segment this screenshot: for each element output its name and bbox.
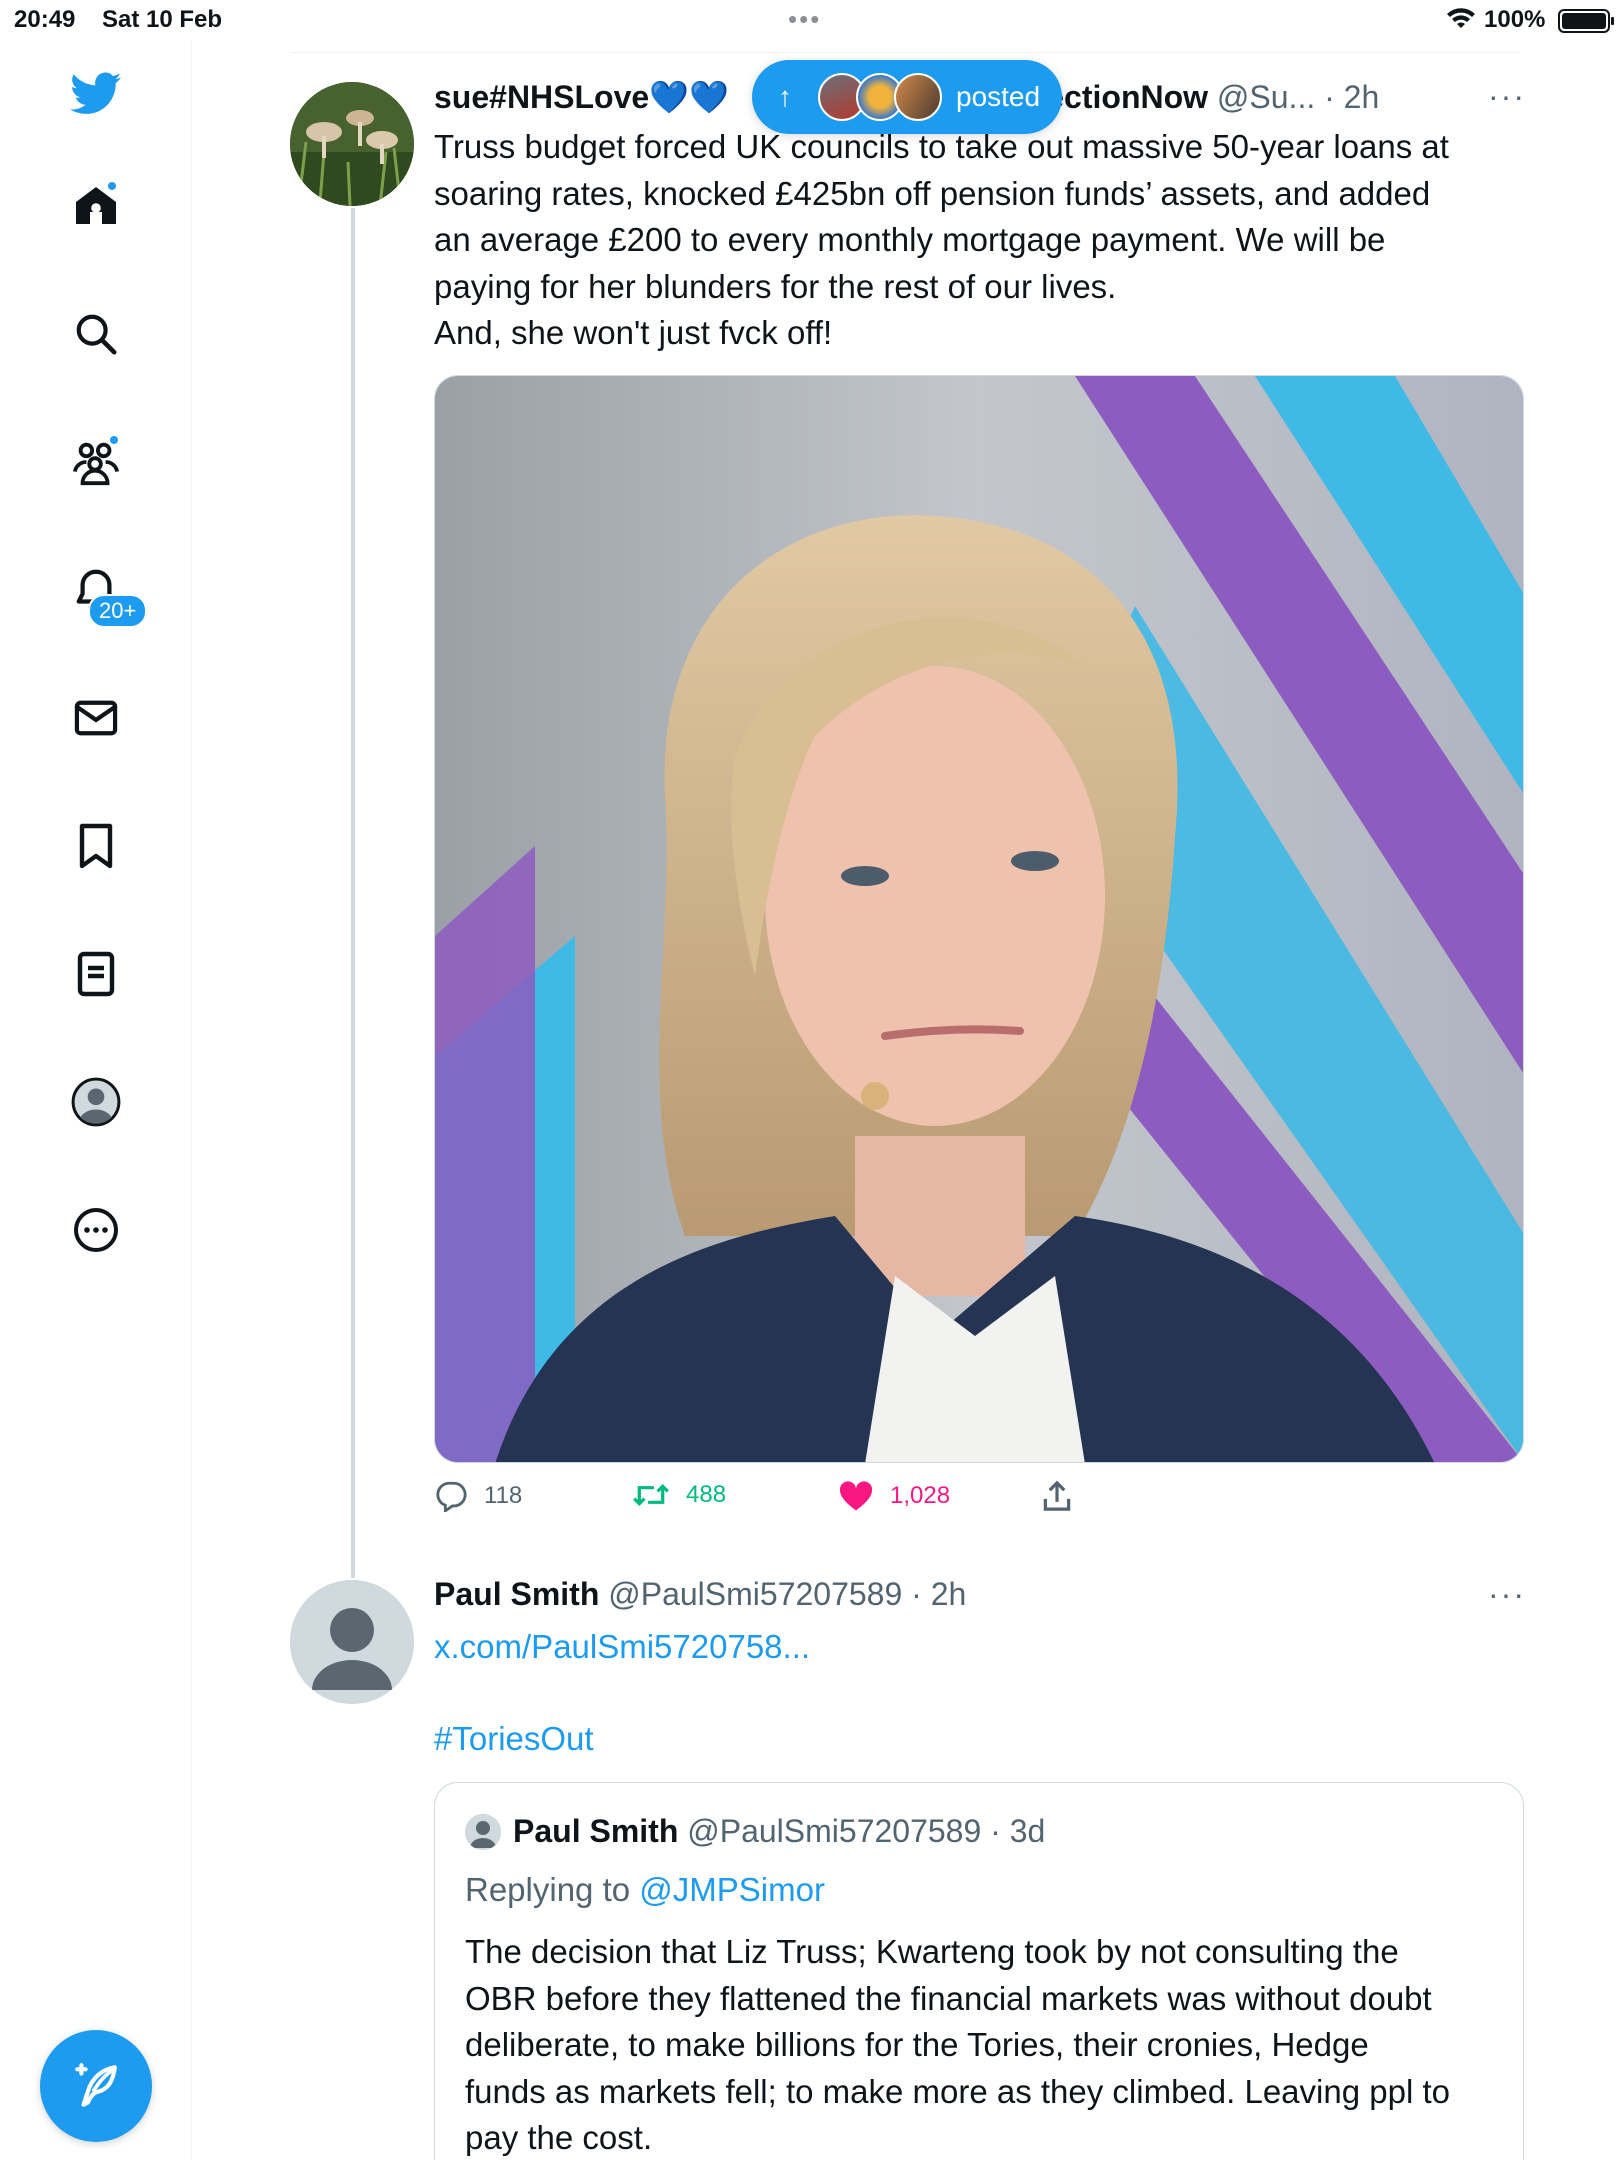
tweet-photo[interactable]: [434, 375, 1524, 1463]
multitasking-dots[interactable]: •••: [788, 4, 821, 35]
new-posts-pill[interactable]: ↑ posted: [752, 60, 1062, 134]
bookmarks-icon[interactable]: [64, 814, 128, 878]
thread-connector-line: [351, 208, 355, 1578]
retweet-count: 488: [686, 1481, 727, 1508]
tweet-text: Truss budget forced UK councils to take …: [434, 124, 1524, 357]
quote-text-line: pay the cost.: [465, 2119, 653, 2156]
tweet-text-line: paying for her blunders for the rest of …: [434, 267, 1117, 305]
profile-avatar-icon[interactable]: [64, 1070, 128, 1134]
sidebar: 20+: [0, 40, 192, 2160]
status-date: Sat 10 Feb: [102, 6, 223, 33]
quote-text-line: OBR before they flattened the financial …: [465, 1979, 1432, 2017]
author-avatar[interactable]: [290, 1580, 414, 1704]
arrow-up-icon: ↑: [778, 81, 792, 112]
author-handle[interactable]: @PaulSmi57207589: [608, 1576, 902, 1612]
home-unread-dot: [106, 180, 118, 192]
quote-text-line: deliberate, to make billions for the Tor…: [465, 2026, 1369, 2063]
share-button[interactable]: [1042, 1480, 1072, 1512]
retweet-button[interactable]: 488: [632, 1480, 726, 1510]
reply-icon: [436, 1481, 467, 1512]
quote-header: Paul Smith @PaulSmi57207589 · 3d: [465, 1813, 1045, 1850]
tweet-more-button[interactable]: ···: [1488, 78, 1526, 115]
messages-envelope-icon[interactable]: [64, 686, 128, 750]
retweet-icon: [633, 1483, 669, 1507]
poster-avatar: [894, 73, 942, 121]
quote-time: 3d: [1009, 1813, 1046, 1849]
heart-icon: [839, 1481, 873, 1511]
status-time: 20:49: [14, 6, 76, 33]
like-count: 1,028: [890, 1482, 951, 1509]
tweet-more-button[interactable]: ···: [1488, 1576, 1526, 1613]
share-icon: [1043, 1480, 1071, 1511]
replying-prefix: Replying to: [465, 1871, 631, 1908]
like-button[interactable]: 1,028: [838, 1480, 950, 1512]
wifi-icon: [1446, 8, 1476, 39]
tweet-text-line: And, she won't just fvck off!: [434, 314, 833, 351]
quoted-tweet[interactable]: Paul Smith @PaulSmi57207589 · 3d Replyin…: [434, 1782, 1524, 2160]
tweet-header: Paul Smith @PaulSmi57207589 · 2h: [434, 1576, 966, 1613]
author-name[interactable]: sue#NHSLove💙💙: [434, 79, 729, 115]
compose-tweet-button[interactable]: [40, 2030, 152, 2142]
posted-label: posted: [956, 81, 1041, 112]
tweet-time[interactable]: 2h: [1344, 79, 1380, 115]
tweet-text-line: soaring rates, knocked £425bn off pensio…: [434, 174, 1431, 212]
communities-unread-dot: [108, 434, 120, 446]
battery-percent: 100%: [1484, 6, 1546, 33]
separator: ·: [1315, 79, 1344, 115]
battery-icon: [1558, 9, 1614, 33]
quote-text-line: The decision that Liz Truss; Kwarteng to…: [465, 1933, 1399, 1970]
quote-author-name: Paul Smith: [513, 1813, 679, 1849]
hashtag-link[interactable]: #ToriesOut: [434, 1720, 594, 1758]
author-avatar[interactable]: [290, 82, 414, 206]
replying-to-handle[interactable]: @JMPSimor: [639, 1871, 825, 1908]
quote-text: The decision that Liz Truss; Kwarteng to…: [465, 1929, 1495, 2160]
explore-search-icon[interactable]: [64, 302, 128, 366]
author-name[interactable]: Paul Smith: [434, 1576, 599, 1612]
home-icon[interactable]: [64, 174, 128, 238]
tweet-link[interactable]: x.com/PaulSmi5720758...: [434, 1628, 810, 1666]
reply-button[interactable]: 118: [434, 1480, 522, 1512]
more-options-icon[interactable]: [64, 1198, 128, 1262]
tweet-text-line: an average £200 to every monthly mortgag…: [434, 221, 1386, 258]
separator: ·: [981, 1813, 1010, 1849]
quote-author-handle: @PaulSmi57207589: [687, 1813, 982, 1849]
tweet-time[interactable]: 2h: [931, 1576, 967, 1612]
author-handle[interactable]: @Su...: [1217, 79, 1315, 115]
top-divider: [290, 52, 1520, 53]
separator: ·: [902, 1576, 931, 1612]
tweet-actions: 118 488 1,028: [434, 1480, 1134, 1526]
reply-count: 118: [484, 1482, 523, 1509]
quote-author-avatar: [465, 1813, 501, 1850]
compose-feather-icon: [75, 2063, 117, 2107]
twitter-logo-icon[interactable]: [64, 62, 128, 126]
lists-icon[interactable]: [64, 942, 128, 1006]
replying-to: Replying to @JMPSimor: [465, 1871, 825, 1909]
notifications-badge: 20+: [88, 594, 148, 628]
quote-text-line: funds as markets fell; to make more as t…: [465, 2072, 1450, 2110]
status-bar: 20:49 Sat 10 Feb ••• 100%: [0, 0, 1620, 40]
communities-icon[interactable]: [64, 430, 128, 494]
